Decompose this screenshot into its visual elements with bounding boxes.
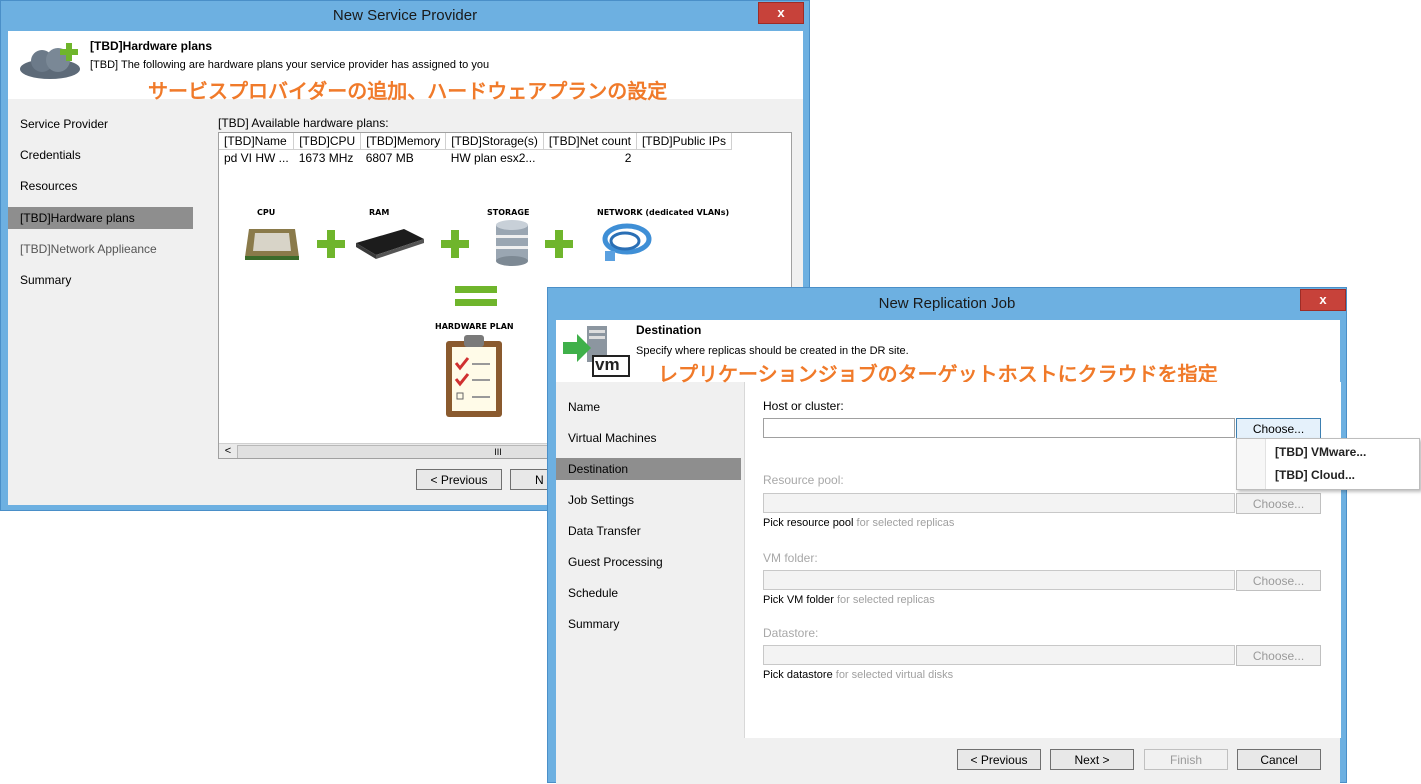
sidebar-item-virtual-machines[interactable]: Virtual Machines <box>556 427 741 449</box>
table-cell <box>636 150 731 167</box>
network-label: NETWORK (dedicated VLANs) <box>597 208 730 217</box>
vm-folder-input[interactable] <box>763 570 1235 590</box>
close-button[interactable]: x <box>1300 289 1346 311</box>
wizard-header: [TBD]Hardware plans [TBD] The following … <box>8 31 803 103</box>
close-button[interactable]: x <box>758 2 804 24</box>
table-cell: 1673 MHz <box>298 151 354 165</box>
finish-button[interactable]: Finish <box>1144 749 1228 770</box>
page-subtitle: [TBD] The following are hardware plans y… <box>90 59 490 71</box>
menu-item-cloud[interactable]: [TBD] Cloud... <box>1275 468 1355 482</box>
table-cell: 6807 MB <box>365 151 414 165</box>
datastore-input[interactable] <box>763 645 1235 665</box>
table-cell: pd VI HW ... <box>224 151 289 165</box>
sidebar-item-name[interactable]: Name <box>556 396 741 418</box>
hardware-plans-table: [TBD]Name [TBD]CPU [TBD]Memory [TBD]Stor… <box>219 133 732 166</box>
window-title: New Service Provider <box>332 7 478 24</box>
window-title: New Replication Job <box>878 295 1016 312</box>
choose-host-button[interactable]: Choose... <box>1236 418 1321 439</box>
wizard-sidebar: Service Provider Credentials Resources [… <box>8 111 198 451</box>
column-header[interactable]: [TBD]Name <box>219 133 295 150</box>
table-row[interactable]: pd VI HW ... 1673 MHz 6807 MB HW plan es… <box>219 150 731 167</box>
host-label: Host or cluster: <box>763 399 844 413</box>
replication-job-window: New Replication Job x vm Destination Spe… <box>547 287 1347 784</box>
menu-item-vmware[interactable]: [TBD] VMware... <box>1275 445 1366 459</box>
hint-strong: Pick datastore <box>763 669 833 681</box>
previous-button[interactable]: < Previous <box>416 469 502 490</box>
sidebar-item-summary[interactable]: Summary <box>8 269 193 291</box>
column-header[interactable]: [TBD]Memory <box>360 133 447 150</box>
sidebar-item-credentials[interactable]: Credentials <box>8 144 193 166</box>
next-button[interactable]: Next > <box>1050 749 1134 770</box>
vm-badge: vm <box>595 355 620 374</box>
cpu-label: CPU <box>257 208 276 217</box>
hint-rest: for selected replicas <box>833 594 935 606</box>
column-header[interactable]: [TBD]Net count <box>543 133 637 150</box>
sidebar-item-guest-processing[interactable]: Guest Processing <box>556 551 741 573</box>
cancel-button[interactable]: Cancel <box>1237 749 1321 770</box>
ram-label: RAM <box>369 208 390 217</box>
cloud-add-icon <box>20 43 80 79</box>
scroll-left-arrow[interactable]: < <box>221 444 235 458</box>
storage-disk-icon <box>496 220 528 266</box>
equals-icon <box>455 286 497 306</box>
sidebar-item-job-settings[interactable]: Job Settings <box>556 489 741 511</box>
page-title: Destination <box>636 323 702 337</box>
page-subtitle: Specify where replicas should be created… <box>636 345 909 357</box>
vm-folder-hint: Pick VM folder for selected replicas <box>763 594 935 606</box>
column-header[interactable]: [TBD]Public IPs <box>636 133 732 150</box>
plus-icon <box>317 230 345 258</box>
sidebar-item-resources[interactable]: Resources <box>8 175 193 197</box>
resource-pool-input[interactable] <box>763 493 1235 513</box>
wizard-header: vm Destination Specify where replicas sh… <box>556 320 1340 386</box>
choose-datastore-button[interactable]: Choose... <box>1236 645 1321 666</box>
choose-resource-pool-button[interactable]: Choose... <box>1236 493 1321 514</box>
sidebar-item-schedule[interactable]: Schedule <box>556 582 741 604</box>
table-cell: 2 <box>624 151 632 165</box>
resource-pool-label: Resource pool: <box>763 473 844 487</box>
content-panel: Host or cluster: Choose... Resource pool… <box>744 382 1341 738</box>
storage-label: STORAGE <box>487 208 530 217</box>
hint-rest: for selected replicas <box>853 517 955 529</box>
table-cell: HW plan esx2... <box>450 151 536 165</box>
cpu-chip-icon <box>245 229 299 260</box>
sidebar-item-service-provider[interactable]: Service Provider <box>8 113 193 135</box>
host-input[interactable] <box>763 418 1235 438</box>
choose-dropdown-menu: [TBD] VMware... [TBD] Cloud... <box>1236 438 1420 490</box>
resource-pool-hint: Pick resource pool for selected replicas <box>763 517 954 529</box>
annotation-caption: サービスプロバイダーの追加、ハードウェアプランの設定 <box>148 79 668 103</box>
hint-strong: Pick resource pool <box>763 517 854 529</box>
network-cable-icon <box>602 223 652 261</box>
ram-module-icon <box>356 229 424 259</box>
sidebar-item-hardware-plans[interactable]: [TBD]Hardware plans <box>8 207 193 229</box>
page-title: [TBD]Hardware plans <box>90 39 213 53</box>
hint-strong: Pick VM folder <box>763 594 834 606</box>
plus-icon <box>441 230 469 258</box>
column-header[interactable]: [TBD]CPU <box>293 133 362 150</box>
sidebar-item-data-transfer[interactable]: Data Transfer <box>556 520 741 542</box>
table-header-row: [TBD]Name [TBD]CPU [TBD]Memory [TBD]Stor… <box>219 133 732 150</box>
choose-vm-folder-button[interactable]: Choose... <box>1236 570 1321 591</box>
sidebar-item-summary[interactable]: Summary <box>556 613 741 635</box>
clipboard-checklist-icon <box>446 335 502 417</box>
plus-icon <box>545 230 573 258</box>
datastore-label: Datastore: <box>763 626 819 640</box>
sidebar-item-network-appliance[interactable]: [TBD]Network Applieance <box>8 238 193 260</box>
window-client: vm Destination Specify where replicas sh… <box>556 320 1341 784</box>
sidebar-item-destination[interactable]: Destination <box>556 458 741 480</box>
hardware-plan-label: HARDWARE PLAN <box>435 322 514 331</box>
column-header[interactable]: [TBD]Storage(s) <box>445 133 544 150</box>
menu-icon-gutter <box>1237 439 1266 489</box>
previous-button[interactable]: < Previous <box>957 749 1041 770</box>
vm-folder-label: VM folder: <box>763 551 818 565</box>
wizard-sidebar: Name Virtual Machines Destination Job Se… <box>556 396 746 686</box>
datastore-hint: Pick datastore for selected virtual disk… <box>763 669 953 681</box>
hint-rest: for selected virtual disks <box>832 669 954 681</box>
plans-label: [TBD] Available hardware plans: <box>218 116 389 130</box>
